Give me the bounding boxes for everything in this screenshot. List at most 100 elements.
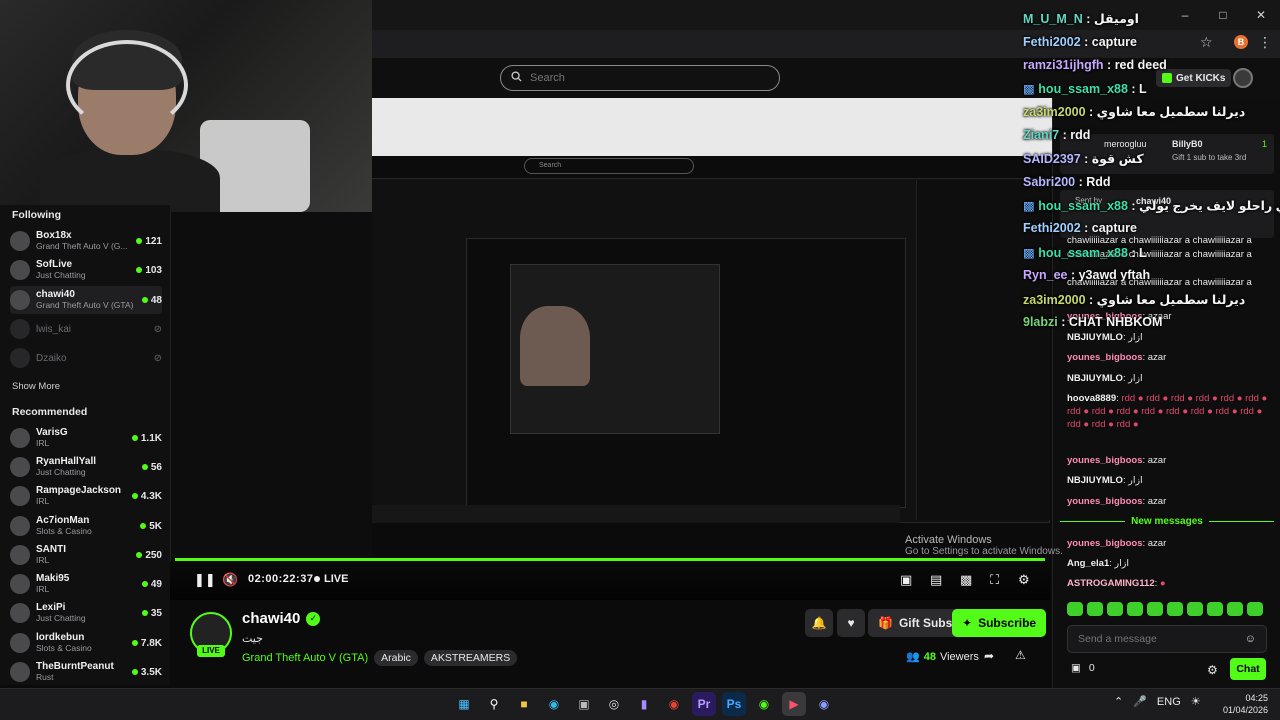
player-progress-bar[interactable] — [175, 558, 1045, 561]
notification-bell-button[interactable]: 🔔 — [805, 609, 833, 637]
sidebar-item-lordkebun[interactable]: lordkebun Slots & Casino 7.8K — [10, 629, 162, 657]
chat-user[interactable]: ASTROGAMING112 — [1067, 578, 1155, 589]
emote-icon[interactable] — [1087, 602, 1103, 616]
report-icon[interactable]: ⚠ — [1015, 648, 1026, 662]
discord-icon[interactable]: ◉ — [812, 692, 836, 716]
overlay-user: za3im2000 — [1023, 105, 1086, 119]
follow-button[interactable]: ♥ — [837, 609, 865, 637]
chat-text: azar — [1147, 496, 1167, 507]
language-indicator[interactable]: ENG — [1157, 696, 1181, 708]
avatar — [10, 574, 30, 594]
sidebar-item-box18x[interactable]: Box18x Grand Theft Auto V (G... 121 — [10, 227, 162, 255]
overlay-text: CHAT NHBKOM — [1068, 315, 1163, 329]
sidebar-item-rampagejackson[interactable]: RampageJackson IRL 4.3K — [10, 482, 162, 510]
gift-subs-button[interactable]: 🎁 Gift Subs — [868, 609, 963, 637]
sidebar-item-soflive[interactable]: SofLive Just Chatting 103 — [10, 256, 162, 284]
edge-icon[interactable]: ◉ — [542, 692, 566, 716]
sidebar-item-chawi40[interactable]: chawi40 Grand Theft Auto V (GTA) 48 — [10, 286, 162, 314]
chat-user[interactable]: NBJIUYMLO — [1067, 373, 1123, 384]
emote-icon[interactable] — [1247, 602, 1263, 616]
taskbar-search-icon[interactable]: ⚲ — [482, 692, 506, 716]
emote-icon[interactable] — [1227, 602, 1243, 616]
maximize-icon[interactable]: □ — [1204, 0, 1242, 30]
sidebar-item-varisg[interactable]: VarisG IRL 1.1K — [10, 424, 162, 452]
sidebar-item-santi[interactable]: SANTI IRL 250 — [10, 541, 162, 569]
minimize-icon[interactable]: – — [1166, 0, 1204, 30]
chat-user[interactable]: younes_bigboos — [1067, 538, 1142, 549]
get-kicks-button[interactable]: Get KICKs — [1156, 69, 1232, 87]
fullscreen-icon[interactable]: ⛶ — [990, 572, 999, 588]
avatar — [10, 662, 30, 682]
channel-name: Box18x — [36, 230, 72, 241]
microphone-icon[interactable]: 🎤 — [1133, 695, 1147, 708]
chevron-up-icon[interactable]: ⌃ — [1114, 695, 1123, 708]
emote-icon[interactable] — [1147, 602, 1163, 616]
chat-user[interactable]: hoova8889 — [1067, 393, 1116, 404]
mute-icon[interactable]: 🔇 — [222, 572, 238, 588]
sidebar-item-ryanhallyall[interactable]: RyanHallYall Just Chatting 56 — [10, 453, 162, 481]
channel-category: IRL — [36, 584, 50, 594]
premiere-icon[interactable]: Pr — [692, 692, 716, 716]
chat-send-button[interactable]: Chat — [1230, 658, 1266, 680]
chrome-icon[interactable]: ◉ — [662, 692, 686, 716]
kick-app-icon[interactable]: ◉ — [752, 692, 776, 716]
emoji-icon[interactable]: ☺ — [1245, 633, 1256, 645]
user-avatar[interactable] — [1233, 68, 1253, 88]
chat-user[interactable]: NBJIUYMLO — [1067, 332, 1123, 343]
obs-icon[interactable]: ◎ — [602, 692, 626, 716]
channel-name[interactable]: chawi40 ✓ — [242, 610, 321, 627]
sidebar-item-lwis-kai[interactable]: lwis_kai ⊘ — [10, 315, 162, 343]
pip-icon[interactable]: ▣ — [900, 572, 912, 588]
chat-input[interactable] — [1078, 633, 1245, 645]
sidebar-item-theburntpeanut[interactable]: TheBurntPeanut Rust 3.5K — [10, 658, 162, 686]
photoshop-icon[interactable]: Ps — [722, 692, 746, 716]
close-icon[interactable]: ✕ — [1242, 0, 1280, 30]
show-more-link[interactable]: Show More — [12, 381, 60, 392]
kicks-balance[interactable]: ▣ 0 — [1071, 662, 1095, 674]
sidebar-item-dzaiko[interactable]: Dzaiko ⊘ — [10, 344, 162, 372]
chat-user[interactable]: younes_bigboos — [1067, 455, 1142, 466]
emote-icon[interactable] — [1067, 602, 1083, 616]
chat-input-box[interactable]: ☺ — [1067, 625, 1267, 653]
kicks-icon: ▣ — [1071, 662, 1081, 674]
sidebar-item-lexipi[interactable]: LexiPi Just Chatting 35 — [10, 599, 162, 627]
emote-icon[interactable] — [1127, 602, 1143, 616]
emote-icon[interactable] — [1167, 602, 1183, 616]
windows-start-icon[interactable]: ▦ — [452, 692, 476, 716]
viewer-count: 49 — [150, 578, 162, 590]
chat-user[interactable]: younes_bigboos — [1067, 352, 1142, 363]
chat-settings-gear-icon[interactable]: ⚙ — [1207, 663, 1218, 677]
overlay-message: Sabri200 : Rdd — [1023, 175, 1111, 189]
emote-icon[interactable] — [1107, 602, 1123, 616]
address-bar[interactable] — [372, 30, 1280, 58]
settings-gear-icon[interactable]: ⚙ — [1018, 572, 1030, 588]
subscribe-button[interactable]: ✦ Subscribe — [952, 609, 1047, 637]
wifi-icon[interactable]: ☀ — [1191, 695, 1201, 708]
extension-icon[interactable]: B — [1234, 35, 1248, 49]
headset-icon — [66, 40, 188, 130]
recorder-icon[interactable]: ▶ — [782, 692, 806, 716]
theater-icon[interactable]: ▤ — [930, 572, 942, 588]
game-link[interactable]: Grand Theft Auto V (GTA) — [242, 652, 368, 664]
emote-icon[interactable] — [1187, 602, 1203, 616]
search-bar[interactable] — [500, 65, 780, 91]
sidebar-item-maki95[interactable]: Maki95 IRL 49 — [10, 570, 162, 598]
emote-icon[interactable] — [1207, 602, 1223, 616]
taskbar-clock[interactable]: 04:25 01/04/2026 — [1220, 692, 1268, 716]
chat-user[interactable]: Ang_ela1 — [1067, 558, 1109, 569]
pause-icon[interactable]: ❚❚ — [194, 572, 216, 588]
share-icon[interactable]: ➦ — [984, 649, 994, 663]
bookmark-star-icon[interactable]: ☆ — [1200, 34, 1218, 52]
chat-user[interactable]: younes_bigboos — [1067, 496, 1142, 507]
new-messages-divider[interactable]: New messages — [1060, 514, 1274, 528]
tag-akstreamers[interactable]: AKSTREAMERS — [423, 650, 518, 666]
clip-icon[interactable]: ▩ — [960, 572, 972, 588]
tag-arabic[interactable]: Arabic — [374, 650, 418, 666]
sidebar-item-ac7ionman[interactable]: Ac7ionMan Slots & Casino 5K — [10, 512, 162, 540]
twitch-icon[interactable]: ▮ — [632, 692, 656, 716]
file-explorer-icon[interactable]: ■ — [512, 692, 536, 716]
chat-user[interactable]: NBJIUYMLO — [1067, 475, 1123, 486]
search-input[interactable] — [530, 72, 750, 84]
store-icon[interactable]: ▣ — [572, 692, 596, 716]
browser-menu-icon[interactable]: ⋮ — [1258, 34, 1272, 51]
